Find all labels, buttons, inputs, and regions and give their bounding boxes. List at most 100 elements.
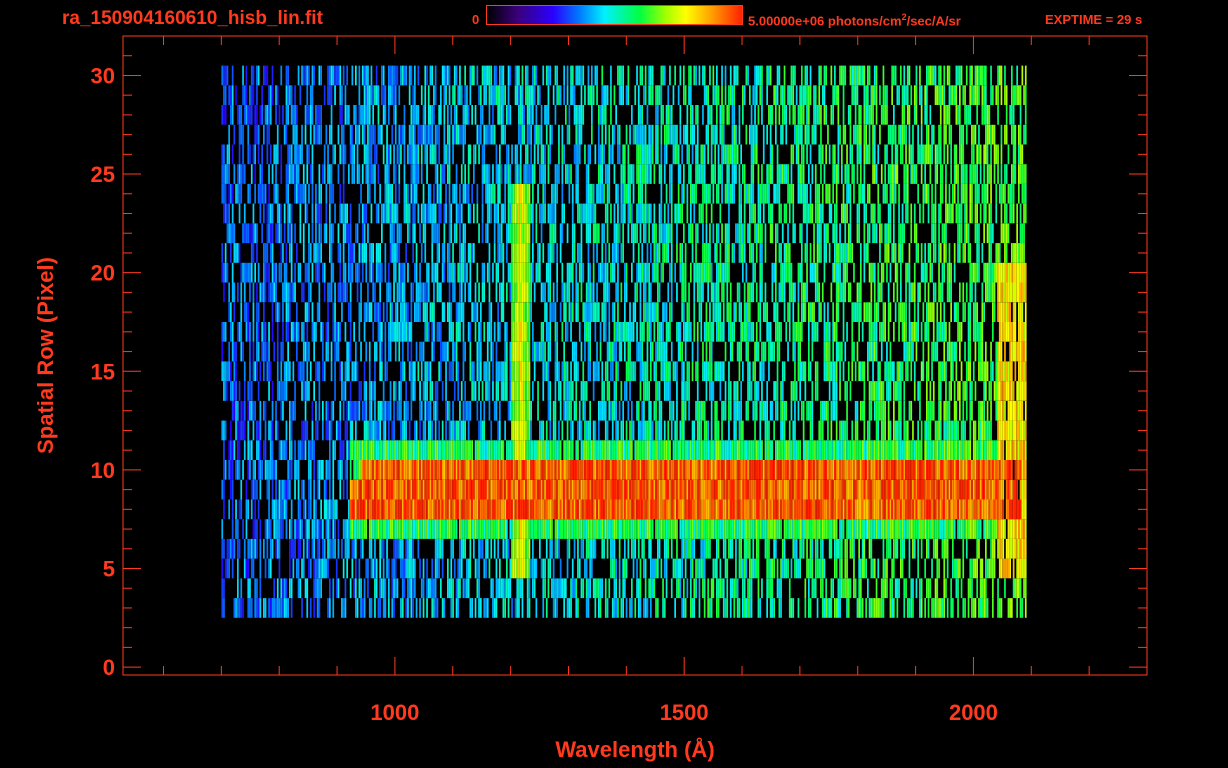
heatmap-cell [243, 381, 246, 401]
heatmap-cell [474, 519, 477, 539]
heatmap-cell [238, 440, 241, 460]
heatmap-cell [544, 479, 546, 500]
heatmap-cell [405, 381, 407, 401]
heatmap-cell [1019, 479, 1022, 500]
heatmap-cell [230, 381, 232, 401]
heatmap-cell [747, 479, 749, 500]
heatmap-cell [285, 519, 288, 539]
heatmap-cell [990, 341, 992, 362]
heatmap-cell [794, 381, 796, 401]
heatmap-cell [613, 381, 616, 401]
heatmap-cell [945, 440, 947, 460]
heatmap-cell [283, 440, 286, 460]
heatmap-cell [592, 361, 595, 382]
heatmap-cell [603, 479, 605, 500]
heatmap-cell [868, 420, 871, 441]
heatmap-cell [1011, 361, 1013, 382]
heatmap-cell [879, 381, 881, 401]
heatmap-cell [754, 460, 756, 480]
heatmap-cell [776, 499, 779, 520]
heatmap-cell [813, 322, 815, 342]
heatmap-cell [957, 479, 959, 500]
heatmap-cell [599, 479, 602, 500]
heatmap-cell [877, 361, 880, 382]
heatmap-cell [932, 479, 935, 500]
heatmap-cell [565, 302, 567, 322]
heatmap-cell [1002, 558, 1005, 579]
heatmap-cell [873, 598, 876, 618]
heatmap-cell [511, 538, 513, 559]
heatmap-cell [1024, 538, 1027, 559]
heatmap-cell [797, 479, 800, 500]
heatmap-cell [735, 440, 737, 460]
heatmap-cell [969, 499, 972, 520]
heatmap-cell [570, 519, 572, 539]
heatmap-cell [868, 440, 871, 460]
heatmap-cell [702, 499, 704, 520]
heatmap-cell [329, 440, 331, 460]
heatmap-cell [405, 400, 407, 421]
heatmap-cell [912, 538, 914, 559]
heatmap-cell [327, 519, 329, 539]
heatmap-cell [353, 400, 355, 421]
heatmap-cell [926, 400, 928, 421]
heatmap-cell [410, 322, 413, 342]
heatmap-cell [389, 519, 392, 539]
heatmap-cell [325, 400, 328, 421]
heatmap-cell [547, 519, 550, 539]
heatmap-cell [809, 499, 812, 520]
heatmap-cell [547, 440, 550, 460]
heatmap-cell [480, 420, 482, 441]
heatmap-cell [441, 420, 444, 441]
heatmap-cell [266, 479, 269, 500]
heatmap-cell [1016, 460, 1018, 480]
heatmap-cell [415, 420, 418, 441]
heatmap-cell [802, 400, 805, 421]
heatmap-cell [450, 578, 453, 599]
heatmap-cell [372, 499, 374, 520]
heatmap-cell [488, 322, 491, 342]
heatmap-cell [339, 400, 342, 421]
heatmap-cell [417, 361, 420, 382]
heatmap-cell [250, 479, 253, 500]
heatmap-cell [353, 578, 355, 599]
heatmap-cell [388, 400, 390, 421]
heatmap-cell [639, 420, 642, 441]
heatmap-cell [766, 538, 768, 559]
heatmap-cell [1011, 499, 1013, 520]
heatmap-cell [519, 558, 522, 579]
heatmap-cell [377, 460, 380, 480]
heatmap-cell [903, 400, 906, 421]
heatmap-cell [922, 460, 925, 480]
heatmap-cell [691, 499, 694, 520]
heatmap-cell [657, 479, 659, 500]
heatmap-cell [702, 361, 704, 382]
heatmap-cell [686, 322, 689, 342]
heatmap-cell [275, 302, 277, 322]
heatmap-cell [462, 302, 465, 322]
heatmap-cell [400, 420, 402, 441]
heatmap-cell [863, 499, 866, 520]
heatmap-cell [710, 361, 713, 382]
heatmap-cell [776, 361, 779, 382]
heatmap-cell [964, 460, 966, 480]
heatmap-cell [490, 460, 493, 480]
heatmap-cell [381, 538, 383, 559]
heatmap-cell [483, 598, 486, 618]
heatmap-cell [736, 440, 739, 460]
heatmap-cell [906, 499, 909, 520]
heatmap-cell [1014, 538, 1017, 559]
heatmap-cell [703, 499, 706, 520]
heatmap-cell [450, 519, 453, 539]
heatmap-cell [643, 460, 645, 480]
heatmap-cell [959, 558, 961, 579]
heatmap-cell [908, 341, 911, 362]
heatmap-cell [901, 538, 904, 559]
heatmap-cell [631, 538, 633, 559]
heatmap-cell [946, 460, 949, 480]
heatmap-cell [532, 440, 534, 460]
heatmap-cell [681, 400, 683, 421]
heatmap-cell [467, 420, 470, 441]
heatmap-cell [969, 479, 972, 500]
heatmap-cell [771, 519, 774, 539]
